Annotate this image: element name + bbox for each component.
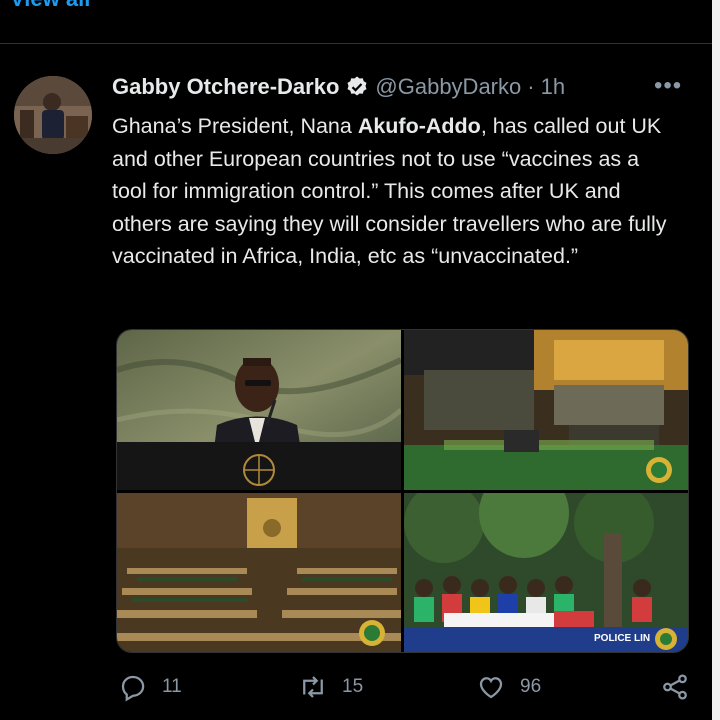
window-edge <box>712 0 720 720</box>
tweet-header: Gabby Otchere-Darko @GabbyDarko · 1h <box>112 74 565 100</box>
media-photo-assembly-podium[interactable] <box>404 330 688 490</box>
more-icon[interactable]: ••• <box>654 72 682 100</box>
reply-icon <box>121 675 145 702</box>
timestamp[interactable]: 1h <box>541 74 565 100</box>
handle[interactable]: @GabbyDarko <box>375 74 521 100</box>
avatar-image <box>14 76 92 154</box>
avatar[interactable] <box>14 76 92 154</box>
like-button[interactable]: 96 <box>476 672 541 702</box>
retweet-icon <box>303 676 323 698</box>
reply-button[interactable]: 11 <box>118 672 182 702</box>
tweet-text-part: Ghana’s President, Nana <box>112 114 358 138</box>
separator <box>0 43 712 44</box>
share-icon <box>663 674 687 700</box>
view-all-link[interactable]: View all <box>10 0 90 12</box>
tweet-actions: 11 15 96 <box>0 672 712 712</box>
retweet-count: 15 <box>342 676 364 697</box>
reply-count: 11 <box>162 676 182 697</box>
media-photo-crowd[interactable]: POLICE LIN <box>404 493 688 652</box>
display-name[interactable]: Gabby Otchere-Darko <box>112 74 339 100</box>
media-photo-speaker[interactable] <box>117 330 401 490</box>
retweet-button[interactable]: 15 <box>298 672 363 702</box>
share-button[interactable] <box>660 672 704 702</box>
like-icon <box>479 677 503 699</box>
media-grid[interactable]: POLICE LIN <box>116 329 689 653</box>
separator-dot: · <box>527 74 535 99</box>
tweet-text: Ghana’s President, Nana Akufo-Addo, has … <box>112 110 672 273</box>
tweet-text-bold: Akufo-Addo <box>357 114 481 138</box>
like-count: 96 <box>520 676 542 697</box>
media-photo-assembly-hall[interactable] <box>117 493 401 652</box>
media-caption-police-line: POLICE LIN <box>594 633 651 644</box>
verified-badge-icon <box>347 76 367 96</box>
